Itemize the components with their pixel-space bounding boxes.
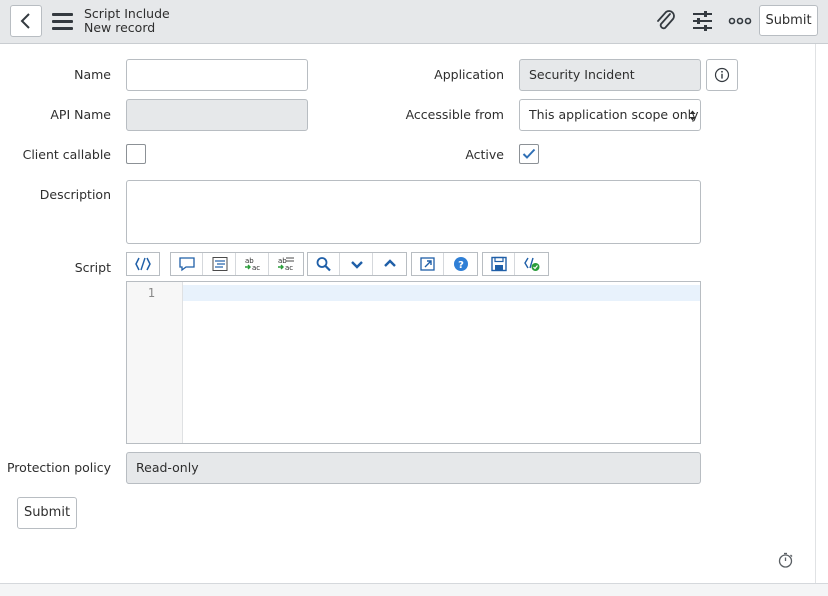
toggle-syntax-button[interactable] (127, 253, 159, 275)
line-number: 1 (147, 286, 155, 300)
description-label: Description (39, 187, 111, 202)
active-checkbox[interactable] (519, 144, 539, 164)
script-toolbar-group-1 (126, 252, 160, 276)
format-code-icon (212, 257, 228, 271)
timer-icon[interactable] (777, 551, 795, 569)
script-toolbar-group-5 (482, 252, 549, 276)
save-button[interactable] (483, 253, 515, 275)
client-callable-checkbox[interactable] (126, 144, 146, 164)
accessible-from-select[interactable]: This application scope only (519, 99, 701, 131)
header-submit-button[interactable]: Submit (759, 5, 818, 36)
info-icon (714, 67, 730, 83)
accessible-from-value: This application scope only (529, 107, 699, 122)
search-button[interactable] (308, 253, 340, 275)
api-name-label: API Name (50, 107, 111, 122)
comment-icon (179, 257, 195, 272)
svg-text:ac: ac (252, 264, 260, 272)
help-icon: ? (454, 257, 468, 271)
name-label: Name (74, 67, 111, 82)
svg-text:?: ? (458, 260, 464, 271)
line-number-gutter: 1 (127, 282, 183, 443)
more-options-icon[interactable] (728, 10, 752, 32)
previous-match-icon (384, 259, 396, 267)
hamburger-menu-icon[interactable] (52, 13, 74, 30)
replace-icon: ab ac (245, 257, 260, 272)
script-toolbar-group-2: ab ac ab ac (170, 252, 304, 276)
replace-all-button[interactable]: ab ac (270, 253, 302, 275)
record-subtitle: New record (84, 20, 156, 35)
record-type-title: Script Include (84, 6, 170, 21)
paperclip-icon[interactable] (654, 10, 678, 32)
svg-text:ac: ac (285, 264, 293, 272)
application-info-button[interactable] (706, 59, 738, 91)
toggle-syntax-icon (135, 257, 151, 271)
client-callable-label: Client callable (22, 147, 111, 162)
application-label: Application (434, 67, 504, 82)
name-input[interactable] (126, 59, 308, 91)
next-match-icon (351, 261, 363, 269)
accessible-from-label: Accessible from (405, 107, 504, 122)
protection-policy-label: Protection policy (6, 460, 111, 475)
script-debug-icon (524, 257, 540, 271)
fullscreen-icon (420, 257, 435, 271)
form-header: Script Include New record Submit (0, 0, 828, 44)
sliders-icon[interactable] (691, 10, 715, 32)
footer-bar (0, 584, 828, 596)
help-button[interactable]: ? (445, 253, 477, 275)
description-textarea[interactable] (126, 180, 701, 244)
replace-all-icon: ab ac (278, 257, 294, 272)
back-button[interactable] (10, 5, 42, 37)
format-code-button[interactable] (204, 253, 236, 275)
script-toolbar-group-3 (307, 252, 407, 276)
form-submit-button[interactable]: Submit (17, 497, 77, 529)
checkmark-icon (522, 148, 536, 159)
comment-button[interactable] (171, 253, 203, 275)
back-icon (20, 13, 30, 29)
script-toolbar-group-4: ? (411, 252, 478, 276)
replace-button[interactable]: ab ac (237, 253, 269, 275)
search-icon (316, 257, 331, 272)
script-editor[interactable]: 1 (126, 281, 701, 444)
form-right-border (815, 44, 816, 584)
script-label: Script (74, 260, 111, 275)
active-label: Active (465, 147, 504, 162)
next-match-button[interactable] (341, 253, 373, 275)
select-arrows-icon (689, 110, 696, 121)
save-icon (491, 256, 507, 272)
active-line-highlight[interactable] (183, 285, 700, 301)
application-field: Security Incident (519, 59, 701, 91)
script-debug-button[interactable] (516, 253, 548, 275)
protection-policy-field: Read-only (126, 452, 701, 484)
fullscreen-button[interactable] (412, 253, 444, 275)
api-name-field (126, 99, 308, 131)
previous-match-button[interactable] (374, 253, 406, 275)
